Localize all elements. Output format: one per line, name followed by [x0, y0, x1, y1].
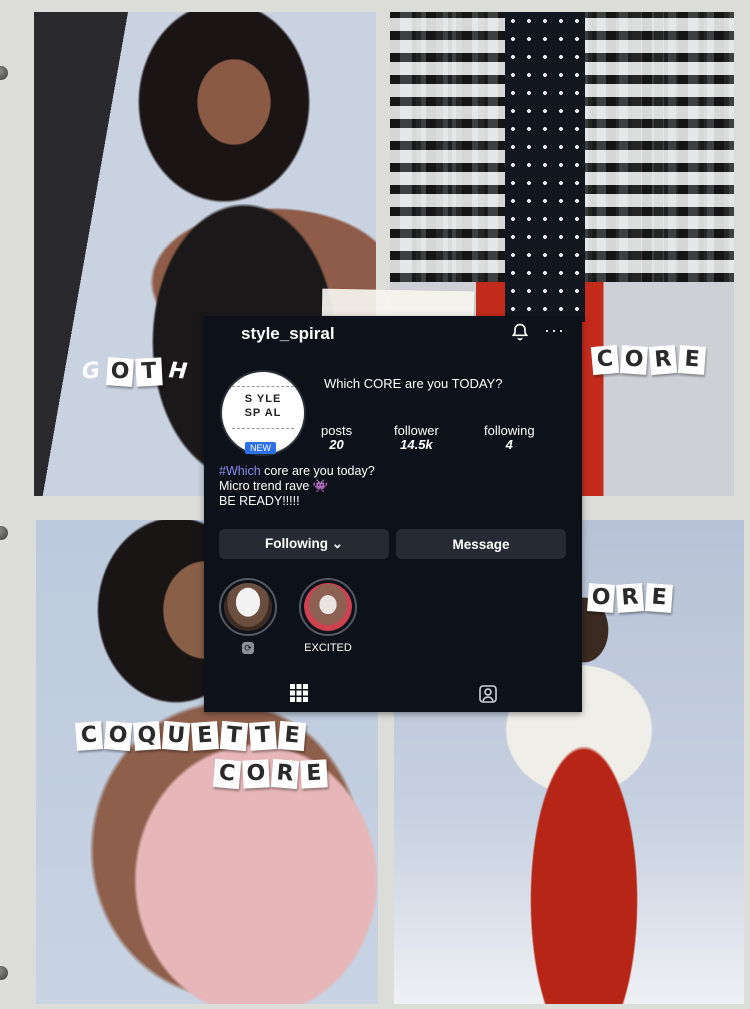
stat-label: following — [484, 423, 535, 438]
goth-letter-tiles: G O T H — [80, 357, 189, 387]
collage-board: G O T H C O R E O R E C O Q U E T T E C … — [0, 0, 750, 1009]
new-badge: NEW — [245, 442, 276, 454]
story-highlight-excited[interactable]: EXCITED — [299, 578, 357, 654]
stat-label: follower — [394, 423, 439, 438]
pushpin — [0, 526, 8, 540]
avatar-logo: S YLE SP AL — [244, 393, 282, 419]
bio-line-1: core are you today? — [260, 464, 375, 478]
story-highlight[interactable]: ⟳ — [219, 578, 277, 656]
core-letter-tiles: C O R E — [590, 344, 706, 376]
core-letter-tiles: C O R E — [212, 758, 328, 790]
message-button[interactable]: Message — [396, 529, 566, 559]
stat-value: 4 — [505, 437, 513, 452]
bio-hashtag[interactable]: #Which — [219, 464, 261, 478]
tagged-icon[interactable] — [478, 684, 498, 704]
stat-value: 20 — [329, 437, 344, 452]
bio-line-2: Micro trend rave 👾 — [219, 479, 329, 493]
profile-tagline: Which CORE are you TODAY? — [324, 376, 503, 391]
highlight-cover — [219, 578, 277, 636]
stat-following[interactable]: following 4 — [484, 424, 535, 452]
following-button[interactable]: Following ⌄ — [219, 529, 389, 559]
grid-icon[interactable] — [290, 684, 308, 702]
highlight-label: EXCITED — [304, 642, 352, 654]
more-options-icon[interactable]: ··· — [544, 320, 565, 341]
stat-value: 14.5k — [400, 437, 433, 452]
stat-follower[interactable]: follower 14.5k — [394, 424, 439, 452]
highlight-cover — [299, 578, 357, 636]
profile-bio: #Which core are you today? Micro trend r… — [219, 464, 375, 509]
profile-card: style_spiral ··· S YLE SP AL NEW Which C… — [204, 316, 582, 712]
pushpin — [0, 66, 8, 80]
pushpin — [0, 966, 8, 980]
bell-icon[interactable] — [510, 322, 530, 342]
core-letter-tiles: O R E — [587, 583, 673, 613]
refresh-icon: ⟳ — [242, 642, 254, 654]
profile-username: style_spiral — [241, 324, 335, 343]
stat-posts[interactable]: posts 20 — [321, 424, 352, 452]
stat-label: posts — [321, 423, 353, 438]
coquette-letter-tiles: C O Q U E T T E — [75, 720, 307, 752]
bio-line-3: BE READY!!!!! — [219, 494, 300, 508]
